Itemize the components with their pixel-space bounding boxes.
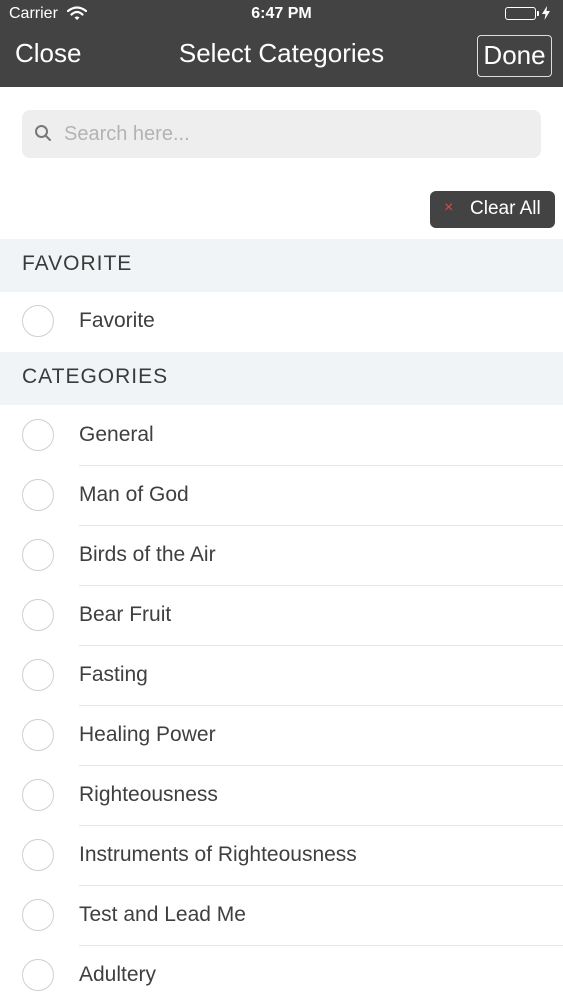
list-item-label: Test and Lead Me (79, 903, 246, 926)
radio-button[interactable] (22, 419, 54, 451)
list-item-label: Healing Power (79, 723, 216, 746)
list-item-label: Fasting (79, 663, 148, 686)
clear-all-label: Clear All (470, 198, 541, 219)
radio-button[interactable] (22, 839, 54, 871)
radio-button[interactable] (22, 599, 54, 631)
section-header-categories: CATEGORIES (0, 352, 563, 405)
list-item[interactable]: Fasting (0, 646, 563, 706)
list-item[interactable]: Adultery (0, 946, 563, 1006)
list-item-label: Adultery (79, 963, 157, 986)
section-header-favorite: FAVORITE (0, 239, 563, 292)
navigation-bar: Carrier 6:47 PM Close Select Categories … (0, 0, 563, 87)
close-button[interactable]: Close (15, 38, 81, 69)
radio-button[interactable] (22, 479, 54, 511)
search-icon (34, 124, 52, 147)
done-button[interactable]: Done (477, 35, 552, 77)
list-item-label: Favorite (79, 309, 155, 332)
list-item[interactable]: Righteousness (0, 766, 563, 826)
list-item[interactable]: Man of God (0, 466, 563, 526)
radio-button[interactable] (22, 659, 54, 691)
section-header-label: FAVORITE (22, 252, 133, 275)
radio-button[interactable] (22, 899, 54, 931)
status-time: 6:47 PM (251, 5, 312, 22)
clear-icon: × (444, 199, 454, 216)
list-item-label: Righteousness (79, 783, 218, 806)
radio-button[interactable] (22, 539, 54, 571)
clear-all-button[interactable]: × Clear All (430, 191, 555, 228)
list-item[interactable]: Birds of the Air (0, 526, 563, 586)
list-item-label: General (79, 423, 154, 446)
section-header-label: CATEGORIES (22, 365, 169, 388)
search-bar[interactable] (22, 110, 541, 158)
list-item[interactable]: Test and Lead Me (0, 886, 563, 946)
list-item-label: Man of God (79, 483, 189, 506)
list-item[interactable]: Healing Power (0, 706, 563, 766)
battery-icon (505, 6, 551, 22)
list-item-label: Instruments of Righteousness (79, 843, 357, 866)
radio-button[interactable] (22, 959, 54, 991)
list-item[interactable]: Favorite (0, 292, 563, 352)
list-item-label: Birds of the Air (79, 543, 216, 566)
list-item[interactable]: General (0, 406, 563, 466)
list-item[interactable]: Bear Fruit (0, 586, 563, 646)
list-item-label: Bear Fruit (79, 603, 172, 626)
search-input[interactable] (64, 110, 524, 158)
charging-icon (542, 6, 550, 20)
radio-button[interactable] (22, 779, 54, 811)
status-bar: Carrier 6:47 PM (0, 0, 563, 28)
list-item[interactable]: Instruments of Righteousness (0, 826, 563, 886)
radio-button[interactable] (22, 719, 54, 751)
radio-button[interactable] (22, 305, 54, 337)
